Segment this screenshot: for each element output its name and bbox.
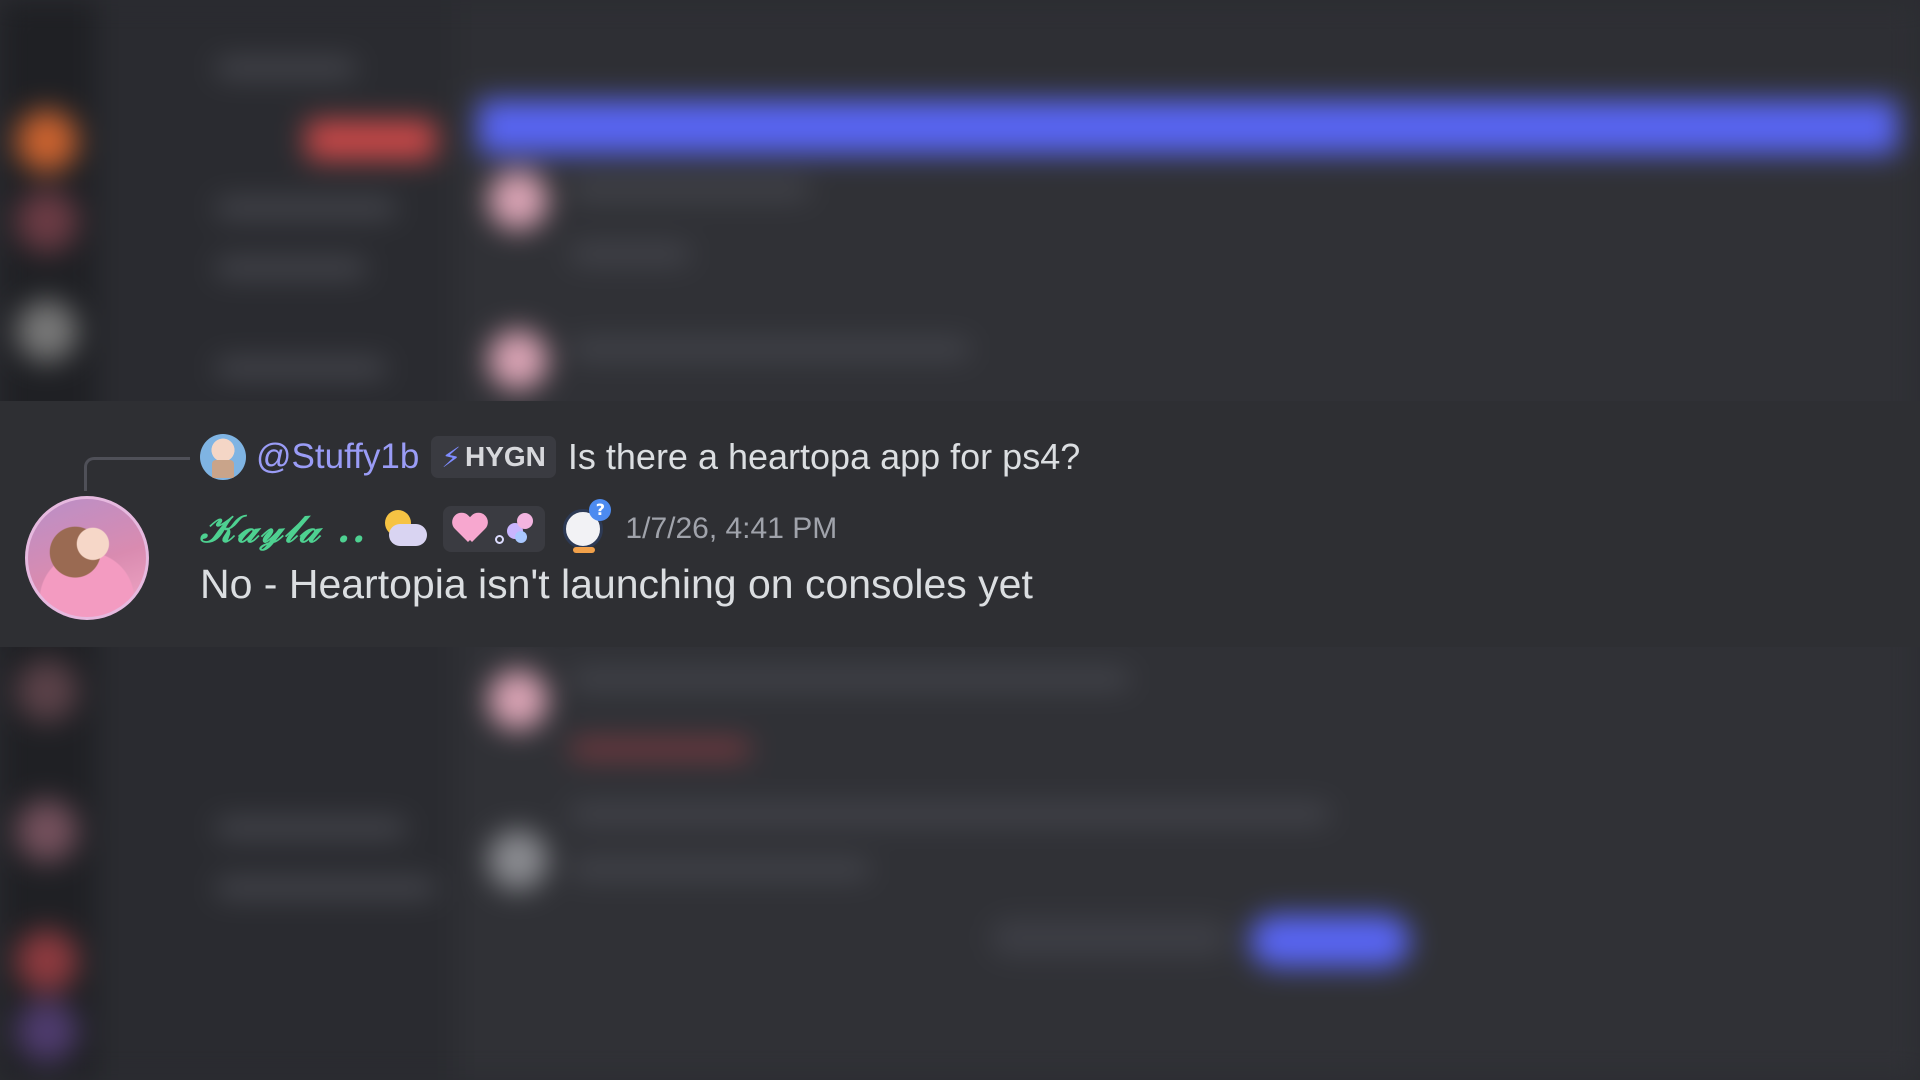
message-avatar [488, 330, 548, 390]
channel-item [216, 200, 396, 216]
lightning-bolt-icon: ⚡ [441, 440, 461, 474]
message-line [570, 805, 1330, 823]
message-avatar [488, 670, 548, 730]
reply-author-avatar[interactable] [200, 434, 246, 480]
channel-item [216, 360, 386, 376]
reply-text[interactable]: Is there a heartopa app for ps4? [568, 436, 1080, 478]
message-avatar [488, 170, 548, 230]
message[interactable]: @Stuffy1b ⚡ HYGN Is there a heartopa app… [0, 401, 1920, 647]
penguin-question-icon[interactable]: ? [559, 499, 612, 555]
discord-window: @Stuffy1b ⚡ HYGN Is there a heartopa app… [0, 0, 1920, 1080]
reply-preview[interactable]: @Stuffy1b ⚡ HYGN Is there a heartopa app… [200, 432, 1080, 482]
server-tag-label: HYGN [464, 441, 546, 472]
message-avatar [488, 830, 548, 890]
role-icon-badge[interactable] [443, 506, 546, 552]
message-line [570, 180, 810, 198]
message-line [570, 245, 690, 263]
server-tag[interactable]: ⚡ HYGN [431, 436, 556, 478]
author-name[interactable]: 𝒦𝒶𝓎𝓁𝒶 .. [200, 506, 367, 552]
message-line [570, 740, 750, 758]
message-line [570, 340, 970, 358]
channel-item [306, 120, 436, 160]
blurred-input [990, 920, 1230, 956]
blurred-button [1250, 915, 1410, 967]
pink-heart-icon [453, 514, 487, 544]
message-line [570, 860, 870, 878]
server-icon [16, 190, 78, 252]
author-avatar[interactable] [25, 496, 149, 620]
sun-behind-cloud-icon [381, 506, 428, 552]
server-icon [16, 300, 78, 362]
server-icon [16, 110, 78, 172]
channel-item [216, 60, 356, 76]
banner [478, 100, 1898, 154]
channel-item [216, 880, 436, 896]
server-icon [16, 800, 78, 862]
bubbles-icon [493, 513, 535, 545]
message-header: 𝒦𝒶𝓎𝓁𝒶 .. ? 1/7/26, 4:41 PM [200, 499, 837, 559]
channel-item [216, 820, 406, 836]
message-timestamp[interactable]: 1/7/26, 4:41 PM [625, 512, 837, 546]
top-bar [456, 0, 1920, 80]
author-avatar-image [28, 499, 146, 617]
server-icon [16, 930, 78, 992]
reply-author-mention[interactable]: @Stuffy1b [256, 437, 419, 477]
message-content: No - Heartopia isn't launching on consol… [200, 561, 1033, 607]
server-icon [16, 660, 78, 722]
channel-item [216, 260, 366, 276]
reply-connector [84, 457, 190, 491]
server-icon [16, 1000, 78, 1062]
message-line [570, 670, 1130, 688]
